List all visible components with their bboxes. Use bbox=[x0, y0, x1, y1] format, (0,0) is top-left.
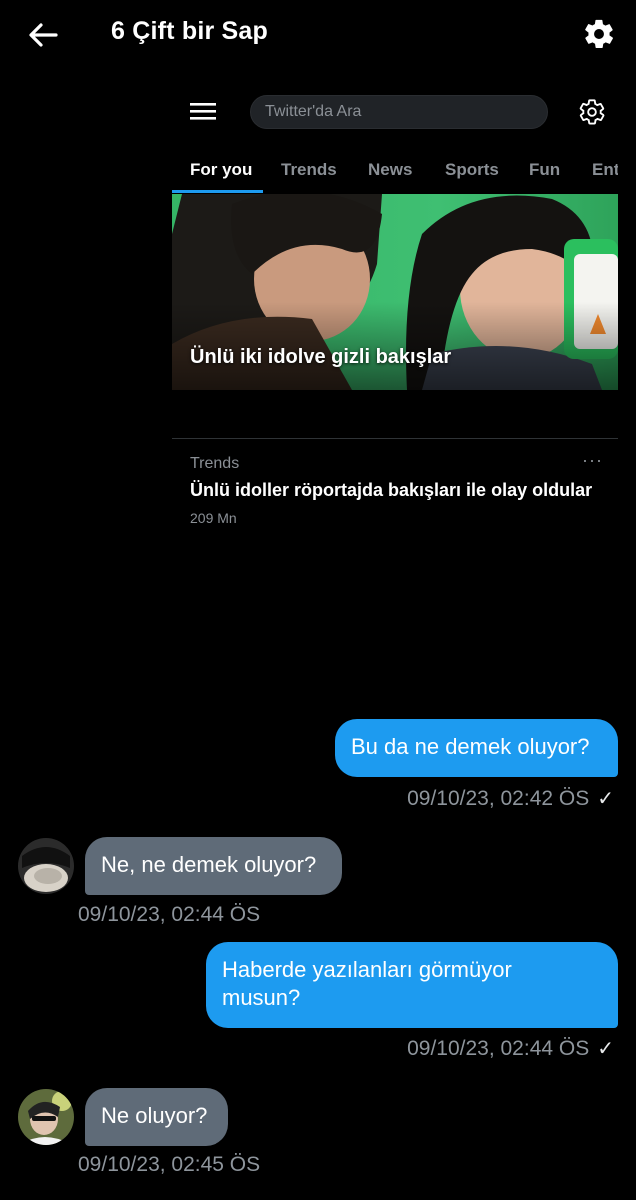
top-bar: 6 Çift bir Sap bbox=[0, 0, 636, 70]
hamburger-menu-icon[interactable] bbox=[188, 98, 218, 124]
active-tab-indicator bbox=[172, 190, 263, 193]
avatar[interactable] bbox=[18, 838, 74, 894]
sent-check-icon: ✓ bbox=[597, 1038, 614, 1060]
tab-fun[interactable]: Fun bbox=[529, 160, 560, 180]
message-timestamp: 09/10/23, 02:44 ÖS bbox=[78, 903, 260, 927]
timestamp-text: 09/10/23, 02:42 ÖS bbox=[407, 787, 590, 810]
avatar-image bbox=[18, 1089, 74, 1145]
timestamp-text: 09/10/23, 02:44 ÖS bbox=[407, 1037, 590, 1060]
avatar[interactable] bbox=[18, 1089, 74, 1145]
tab-bar: For you Trends News Sports Fun Ente bbox=[172, 150, 618, 194]
message-bubble-sent[interactable]: Bu da ne demek oluyor? bbox=[335, 719, 618, 777]
tab-trends[interactable]: Trends bbox=[281, 160, 337, 180]
divider bbox=[172, 438, 618, 439]
message-text: Ne, ne demek oluyor? bbox=[101, 852, 317, 877]
message-timestamp: 09/10/23, 02:42 ÖS ✓ bbox=[407, 786, 614, 811]
message-text: Haberde yazılanları görmüyor musun? bbox=[222, 957, 512, 1010]
hero-headline: Ünlü iki idolve gizli bakışlar bbox=[190, 346, 452, 368]
message-bubble-received[interactable]: Ne, ne demek oluyor? bbox=[85, 837, 342, 895]
back-arrow-icon[interactable] bbox=[26, 18, 60, 52]
trend-category: Trends bbox=[190, 455, 240, 472]
settings-gear-icon[interactable] bbox=[578, 98, 606, 126]
trend-title[interactable]: Ünlü idoller röportajda bakışları ile ol… bbox=[190, 480, 592, 501]
sent-check-icon: ✓ bbox=[597, 788, 614, 810]
avatar-image bbox=[18, 838, 74, 894]
news-hero-card[interactable]: Ünlü iki idolve gizli bakışlar bbox=[172, 194, 618, 390]
tab-for-you[interactable]: For you bbox=[190, 160, 252, 180]
trend-post-count: 209 Mn bbox=[190, 510, 237, 526]
shared-screenshot[interactable]: For you Trends News Sports Fun Ente bbox=[172, 80, 618, 540]
tab-sports[interactable]: Sports bbox=[445, 160, 499, 180]
message-timestamp: 09/10/23, 02:44 ÖS ✓ bbox=[407, 1036, 614, 1061]
search-input[interactable] bbox=[250, 95, 548, 129]
message-text: Bu da ne demek oluyor? bbox=[351, 734, 590, 759]
more-options-icon[interactable]: ··· bbox=[582, 450, 603, 471]
message-text: Ne oluyor? bbox=[101, 1103, 208, 1128]
message-bubble-sent[interactable]: Haberde yazılanları görmüyor musun? bbox=[206, 942, 618, 1028]
message-timestamp: 09/10/23, 02:45 ÖS bbox=[78, 1153, 260, 1177]
tab-news[interactable]: News bbox=[368, 160, 412, 180]
tab-entertainment[interactable]: Ente bbox=[592, 160, 618, 180]
timestamp-text: 09/10/23, 02:45 ÖS bbox=[78, 1153, 261, 1176]
gear-icon[interactable] bbox=[582, 17, 616, 51]
timestamp-text: 09/10/23, 02:44 ÖS bbox=[78, 903, 261, 926]
message-bubble-received[interactable]: Ne oluyor? bbox=[85, 1088, 228, 1146]
conversation-title: 6 Çift bir Sap bbox=[111, 17, 268, 45]
